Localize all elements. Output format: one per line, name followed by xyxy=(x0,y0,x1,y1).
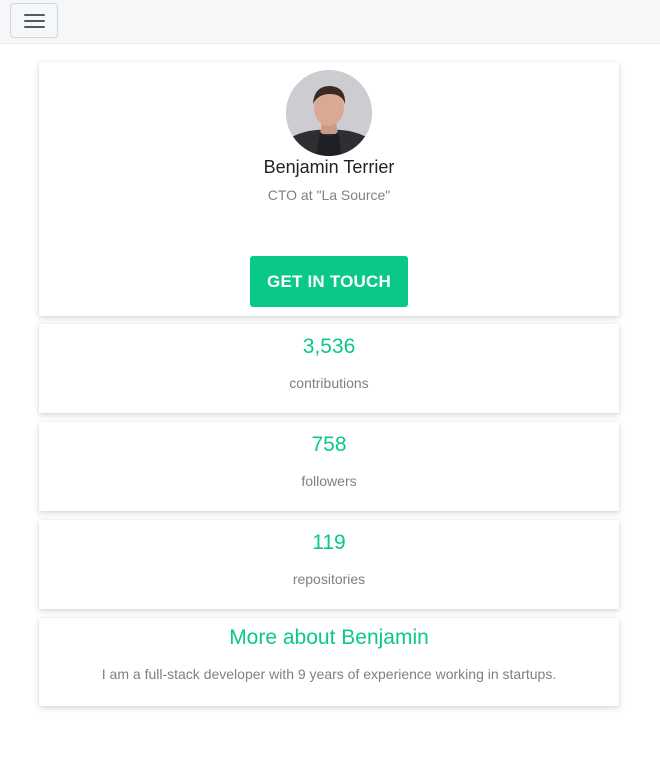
stat-card-repositories: 119 repositories xyxy=(39,520,619,609)
profile-card: Benjamin Terrier CTO at "La Source" GET … xyxy=(39,62,619,316)
about-text: I am a full-stack developer with 9 years… xyxy=(101,666,557,682)
get-in-touch-button[interactable]: GET IN TOUCH xyxy=(250,256,408,307)
hamburger-menu-icon-bar xyxy=(24,26,45,28)
stat-value: 758 xyxy=(311,433,347,456)
about-title: More about Benjamin xyxy=(229,626,429,649)
stat-label: followers xyxy=(301,473,357,489)
profile-name: Benjamin Terrier xyxy=(263,157,395,177)
navbar xyxy=(0,0,660,44)
profile-title: CTO at "La Source" xyxy=(267,187,391,203)
stat-card-contributions: 3,536 contributions xyxy=(39,324,619,413)
stat-value: 119 xyxy=(312,531,346,554)
hamburger-menu-icon xyxy=(24,14,45,16)
avatar-image xyxy=(286,70,372,156)
stat-value: 3,536 xyxy=(302,335,356,358)
about-card: More about Benjamin I am a full-stack de… xyxy=(39,618,619,706)
stat-card-followers: 758 followers xyxy=(39,422,619,511)
menu-toggle-button[interactable] xyxy=(10,3,58,38)
hamburger-menu-icon-bar xyxy=(24,20,45,22)
stat-label: repositories xyxy=(292,571,366,587)
avatar xyxy=(286,70,372,156)
stat-label: contributions xyxy=(289,375,369,391)
